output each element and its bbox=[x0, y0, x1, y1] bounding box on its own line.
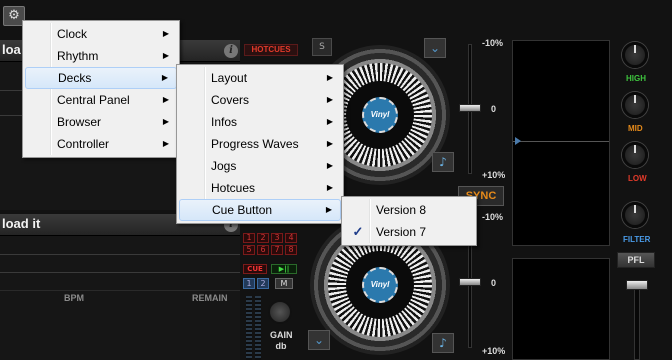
menu-item-rhythm[interactable]: Rhythm ▶ bbox=[25, 45, 177, 67]
menu-item-central-panel[interactable]: Central Panel ▶ bbox=[25, 89, 177, 111]
menu-item-controller[interactable]: Controller ▶ bbox=[25, 133, 177, 155]
info-icon[interactable]: i bbox=[224, 44, 238, 58]
eq-low-label: LOW bbox=[628, 174, 647, 183]
level-meter bbox=[246, 296, 252, 360]
pitch-slider-handle[interactable] bbox=[459, 104, 481, 112]
pfl-button[interactable]: PFL bbox=[617, 252, 655, 268]
eq-low-knob[interactable] bbox=[622, 142, 648, 168]
chevron-down-icon[interactable]: ⌄ bbox=[424, 38, 446, 58]
menu-item-version-7[interactable]: ✓ Version 7 bbox=[344, 221, 474, 243]
waveform-display-top[interactable] bbox=[512, 40, 610, 246]
chevron-down-icon[interactable]: ⌄ bbox=[308, 330, 330, 350]
playhead-marker bbox=[515, 137, 521, 145]
pitch-range-label: -10% bbox=[482, 212, 504, 222]
divider bbox=[0, 254, 240, 255]
channel-fader-handle[interactable] bbox=[626, 280, 648, 290]
checkmark-icon: ✓ bbox=[352, 224, 364, 239]
chevron-right-icon: ▶ bbox=[326, 73, 333, 82]
menu-item-infos[interactable]: Infos ▶ bbox=[179, 111, 341, 133]
hotcue-button[interactable]: 3 bbox=[271, 233, 283, 243]
menu-item-layout[interactable]: Layout ▶ bbox=[179, 67, 341, 89]
chevron-right-icon: ▶ bbox=[325, 205, 332, 214]
settings-menu: Clock ▶ Rhythm ▶ Decks ▶ Central Panel ▶… bbox=[22, 20, 180, 158]
gear-icon: ⚙ bbox=[8, 8, 20, 23]
eq-high-knob[interactable] bbox=[622, 42, 648, 68]
menu-item-version-8[interactable]: Version 8 bbox=[344, 199, 474, 221]
deck-select-button[interactable]: 2 bbox=[257, 278, 269, 289]
chevron-right-icon: ▶ bbox=[162, 117, 169, 126]
cue-button-submenu: Version 8 ✓ Version 7 bbox=[341, 196, 477, 246]
decks-submenu: Layout ▶ Covers ▶ Infos ▶ Progress Waves… bbox=[176, 64, 344, 224]
pitch-range-label: +10% bbox=[482, 346, 506, 356]
hotcue-button[interactable]: 8 bbox=[285, 245, 297, 255]
eq-mid-knob[interactable] bbox=[622, 92, 648, 118]
menu-item-progress-waves[interactable]: Progress Waves ▶ bbox=[179, 133, 341, 155]
divider bbox=[0, 290, 240, 291]
hotcues-toggle[interactable]: HOTCUES bbox=[244, 44, 298, 56]
waveform-display-bottom[interactable] bbox=[512, 258, 610, 360]
pitch-slider-handle[interactable] bbox=[459, 278, 481, 286]
master-button[interactable]: M bbox=[275, 278, 293, 289]
pitch-zero-label: 0 bbox=[491, 104, 497, 114]
hotcue-button[interactable]: 4 bbox=[285, 233, 297, 243]
chevron-right-icon: ▶ bbox=[162, 139, 169, 148]
channel-fader-track[interactable] bbox=[634, 284, 640, 360]
turntable-logo: Vinyl bbox=[362, 267, 398, 303]
menu-item-clock[interactable]: Clock ▶ bbox=[25, 23, 177, 45]
filter-label: FILTER bbox=[623, 235, 651, 244]
menu-item-browser[interactable]: Browser ▶ bbox=[25, 111, 177, 133]
pitch-zero-label: 0 bbox=[491, 278, 497, 288]
hotcue-button[interactable]: 7 bbox=[271, 245, 283, 255]
chevron-right-icon: ▶ bbox=[326, 161, 333, 170]
gain-label: GAIN db bbox=[270, 330, 293, 351]
deck-bottom-info-panel: load it i bbox=[0, 214, 240, 360]
deck-select-button[interactable]: 1 bbox=[243, 278, 255, 289]
eq-mid-label: MID bbox=[628, 124, 643, 133]
menu-item-cue-button[interactable]: Cue Button ▶ bbox=[179, 199, 341, 221]
pitch-range-label: +10% bbox=[482, 170, 506, 180]
menu-item-covers[interactable]: Covers ▶ bbox=[179, 89, 341, 111]
hotcue-button[interactable]: 6 bbox=[257, 245, 269, 255]
menu-item-decks[interactable]: Decks ▶ bbox=[25, 67, 177, 89]
gain-knob[interactable] bbox=[268, 300, 292, 324]
chevron-right-icon: ▶ bbox=[326, 183, 333, 192]
deck-top-load-label: loa bbox=[2, 42, 21, 57]
hotcue-button[interactable]: 2 bbox=[257, 233, 269, 243]
chevron-right-icon: ▶ bbox=[162, 95, 169, 104]
level-meter bbox=[255, 296, 261, 360]
eq-high-label: HIGH bbox=[626, 74, 646, 83]
menu-item-hotcues[interactable]: Hotcues ▶ bbox=[179, 177, 341, 199]
hotcue-button[interactable]: 1 bbox=[243, 233, 255, 243]
music-note-icon[interactable]: ♪ bbox=[432, 152, 454, 172]
deck-bottom-load-label: load it bbox=[2, 216, 41, 231]
chevron-right-icon: ▶ bbox=[326, 95, 333, 104]
chevron-right-icon: ▶ bbox=[161, 73, 168, 82]
chevron-right-icon: ▶ bbox=[162, 51, 169, 60]
menu-item-jogs[interactable]: Jogs ▶ bbox=[179, 155, 341, 177]
music-note-icon[interactable]: ♪ bbox=[432, 333, 454, 353]
filter-knob[interactable] bbox=[622, 202, 648, 228]
remain-label: REMAIN bbox=[192, 293, 228, 303]
chevron-right-icon: ▶ bbox=[326, 139, 333, 148]
hotcue-button[interactable]: 5 bbox=[243, 245, 255, 255]
slip-button[interactable]: S bbox=[312, 38, 332, 56]
play-pause-button[interactable]: ▶|| bbox=[271, 264, 297, 274]
cue-button[interactable]: CUE bbox=[243, 264, 267, 274]
divider bbox=[0, 272, 240, 273]
bpm-label: BPM bbox=[64, 293, 84, 303]
turntable-logo: Vinyl bbox=[362, 97, 398, 133]
chevron-right-icon: ▶ bbox=[162, 29, 169, 38]
pitch-range-label: -10% bbox=[482, 38, 504, 48]
chevron-right-icon: ▶ bbox=[326, 117, 333, 126]
